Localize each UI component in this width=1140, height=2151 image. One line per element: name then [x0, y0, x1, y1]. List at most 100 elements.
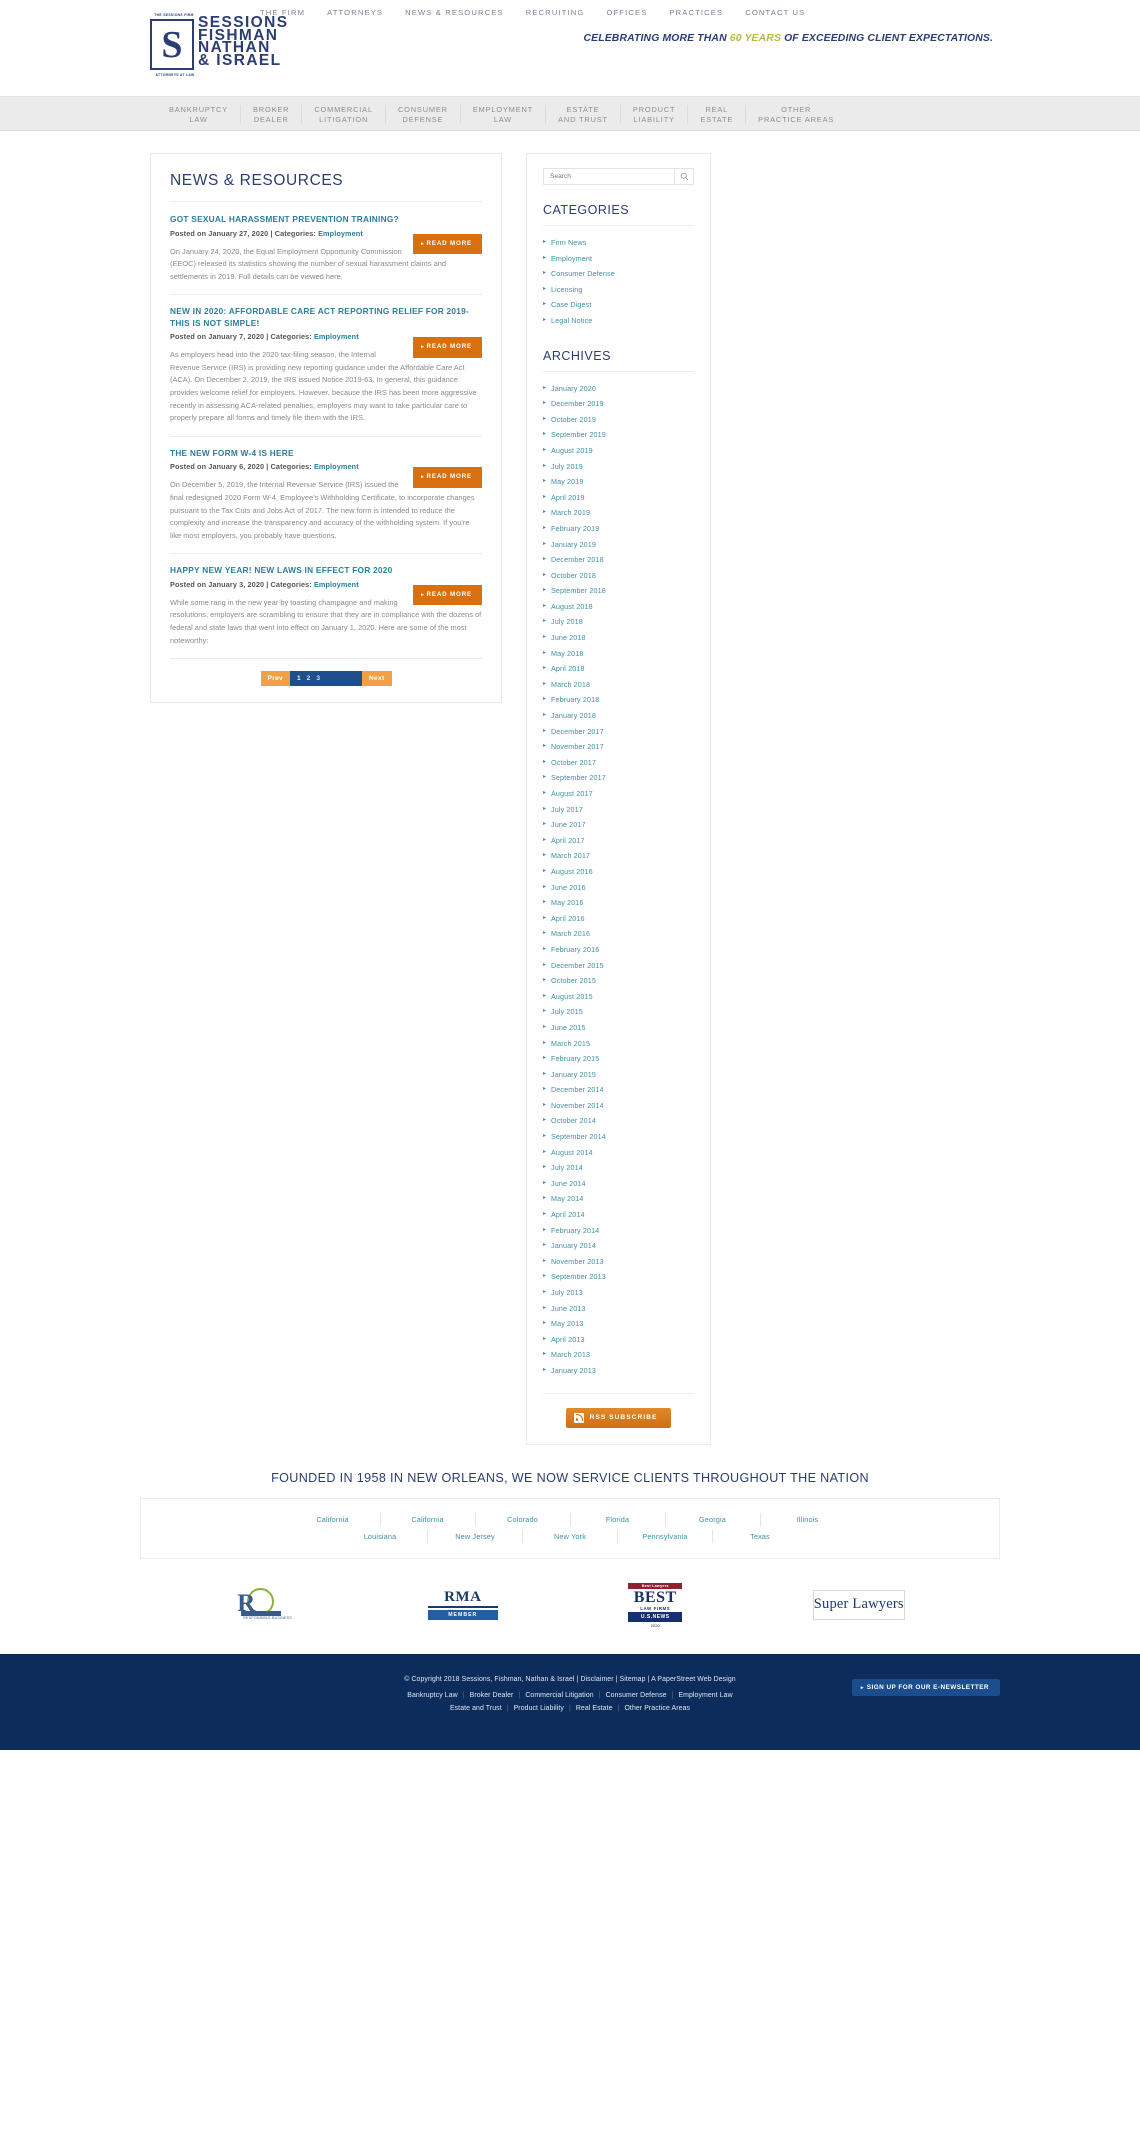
state-link-louisiana[interactable]: Louisiana: [337, 1528, 423, 1545]
archive-link-4[interactable]: August 2019: [543, 443, 694, 459]
archive-link-50[interactable]: July 2014: [543, 1160, 694, 1176]
archive-link-2[interactable]: October 2019: [543, 412, 694, 428]
state-link-texas[interactable]: Texas: [717, 1528, 803, 1545]
archive-link-45[interactable]: December 2014: [543, 1082, 694, 1098]
state-link-pennsylvania[interactable]: Pennsylvania: [622, 1528, 708, 1545]
archive-link-58[interactable]: July 2013: [543, 1285, 694, 1301]
read-more-button[interactable]: ▸ READ MORE: [413, 337, 482, 358]
archive-link-8[interactable]: March 2019: [543, 505, 694, 521]
post-category-link[interactable]: Employment: [314, 580, 359, 589]
footer-link-row2-3[interactable]: Other Practice Areas: [624, 1705, 690, 1712]
nav-item-attorneys[interactable]: ATTORNEYS: [316, 8, 394, 17]
read-more-button[interactable]: ▸ READ MORE: [413, 584, 482, 606]
state-link-colorado[interactable]: Colorado: [480, 1511, 566, 1528]
archive-link-6[interactable]: May 2019: [543, 474, 694, 490]
archive-link-28[interactable]: June 2017: [543, 817, 694, 833]
archive-link-35[interactable]: March 2016: [543, 926, 694, 942]
archive-link-19[interactable]: March 2018: [543, 677, 694, 693]
archive-link-59[interactable]: June 2013: [543, 1301, 694, 1317]
archive-link-12[interactable]: October 2018: [543, 568, 694, 584]
state-link-florida[interactable]: Florida: [575, 1511, 661, 1528]
post-title[interactable]: THE NEW FORM W-4 IS HERE: [170, 448, 482, 460]
archive-link-36[interactable]: February 2016: [543, 942, 694, 958]
archive-link-40[interactable]: July 2015: [543, 1004, 694, 1020]
archive-link-13[interactable]: September 2018: [543, 583, 694, 599]
footer-link-row1-4[interactable]: Employment Law: [678, 1692, 732, 1699]
archive-link-57[interactable]: September 2013: [543, 1269, 694, 1285]
nav-item-contact-us[interactable]: CONTACT US: [734, 8, 816, 17]
archive-link-30[interactable]: March 2017: [543, 848, 694, 864]
archive-link-42[interactable]: March 2015: [543, 1036, 694, 1052]
archive-link-49[interactable]: August 2014: [543, 1145, 694, 1161]
archive-link-53[interactable]: April 2014: [543, 1207, 694, 1223]
archive-link-25[interactable]: September 2017: [543, 770, 694, 786]
practice-area-item-7[interactable]: REAL ESTATE: [688, 105, 747, 124]
archive-link-51[interactable]: June 2014: [543, 1176, 694, 1192]
post-category-link[interactable]: Employment: [314, 332, 359, 341]
state-link-california[interactable]: California: [385, 1511, 471, 1528]
post-category-link[interactable]: Employment: [314, 462, 359, 471]
archive-link-5[interactable]: July 2019: [543, 459, 694, 475]
archive-link-32[interactable]: June 2016: [543, 880, 694, 896]
footer-link-row1-0[interactable]: Bankruptcy Law: [407, 1692, 457, 1699]
post-title[interactable]: HAPPY NEW YEAR! NEW LAWS IN EFFECT FOR 2…: [170, 565, 482, 577]
archive-link-14[interactable]: August 2018: [543, 599, 694, 615]
category-link-2[interactable]: Consumer Defense: [543, 266, 694, 282]
archive-link-44[interactable]: January 2015: [543, 1067, 694, 1083]
archive-link-7[interactable]: April 2019: [543, 490, 694, 506]
archive-link-41[interactable]: June 2015: [543, 1020, 694, 1036]
search-input[interactable]: [544, 169, 674, 184]
practice-area-item-4[interactable]: EMPLOYMENT LAW: [461, 105, 547, 124]
archive-link-16[interactable]: June 2018: [543, 630, 694, 646]
category-link-1[interactable]: Employment: [543, 251, 694, 267]
archive-link-31[interactable]: August 2016: [543, 864, 694, 880]
archive-link-63[interactable]: January 2013: [543, 1363, 694, 1379]
site-logo[interactable]: THE SESSIONS FIRM S ATTORNEYS AT LAW SES…: [150, 11, 288, 77]
post-title[interactable]: NEW IN 2020: AFFORDABLE CARE ACT REPORTI…: [170, 306, 482, 329]
state-link-georgia[interactable]: Georgia: [670, 1511, 756, 1528]
practice-area-item-1[interactable]: BROKER DEALER: [241, 105, 303, 124]
newsletter-signup-button[interactable]: ▸ SIGN UP FOR OUR E-NEWSLETTER: [851, 1678, 1000, 1696]
archive-link-27[interactable]: July 2017: [543, 802, 694, 818]
archive-link-46[interactable]: November 2014: [543, 1098, 694, 1114]
pagination-page-3[interactable]: 3: [313, 675, 323, 682]
archive-link-33[interactable]: May 2016: [543, 895, 694, 911]
archive-link-26[interactable]: August 2017: [543, 786, 694, 802]
footer-link-row2-2[interactable]: Real Estate: [576, 1705, 613, 1712]
archive-link-48[interactable]: September 2014: [543, 1129, 694, 1145]
archive-link-17[interactable]: May 2018: [543, 646, 694, 662]
archive-link-11[interactable]: December 2018: [543, 552, 694, 568]
footer-link-row2-1[interactable]: Product Liability: [514, 1705, 564, 1712]
practice-area-item-0[interactable]: BANKRUPTCY LAW: [157, 105, 242, 124]
footer-link-row1-3[interactable]: Consumer Defense: [606, 1692, 667, 1699]
archive-link-3[interactable]: September 2019: [543, 427, 694, 443]
archive-link-60[interactable]: May 2013: [543, 1316, 694, 1332]
state-link-new-york[interactable]: New York: [527, 1528, 613, 1545]
archive-link-62[interactable]: March 2013: [543, 1347, 694, 1363]
archive-link-23[interactable]: November 2017: [543, 739, 694, 755]
practice-area-item-5[interactable]: ESTATE AND TRUST: [546, 105, 621, 124]
practice-area-item-8[interactable]: OTHER PRACTICE AREAS: [746, 105, 846, 123]
archive-link-18[interactable]: April 2018: [543, 661, 694, 677]
category-link-0[interactable]: Firm News: [543, 235, 694, 251]
nav-item-the-firm[interactable]: THE FIRM: [260, 8, 316, 17]
nav-item-offices[interactable]: OFFICES: [595, 8, 658, 17]
read-more-button[interactable]: ▸ READ MORE: [413, 233, 482, 255]
post-category-link[interactable]: Employment: [318, 229, 363, 238]
archive-link-24[interactable]: October 2017: [543, 755, 694, 771]
state-link-california[interactable]: California: [290, 1511, 376, 1528]
archive-link-43[interactable]: February 2015: [543, 1051, 694, 1067]
pagination-page-1[interactable]: 1: [294, 675, 304, 682]
nav-item-recruiting[interactable]: RECRUITING: [515, 8, 596, 17]
archive-link-9[interactable]: February 2019: [543, 521, 694, 537]
archive-link-29[interactable]: April 2017: [543, 833, 694, 849]
archive-link-10[interactable]: January 2019: [543, 537, 694, 553]
footer-link-row1-2[interactable]: Commercial Litigation: [525, 1692, 593, 1699]
practice-area-item-2[interactable]: COMMERCIAL LITIGATION: [302, 105, 386, 124]
archive-link-37[interactable]: December 2015: [543, 958, 694, 974]
practice-area-item-6[interactable]: PRODUCT LIABILITY: [621, 105, 689, 124]
category-link-5[interactable]: Legal Notice: [543, 313, 694, 329]
rss-subscribe-button[interactable]: RSS SUBSCRIBE: [565, 1407, 672, 1428]
category-link-4[interactable]: Case Digest: [543, 297, 694, 313]
archive-link-61[interactable]: April 2013: [543, 1332, 694, 1348]
